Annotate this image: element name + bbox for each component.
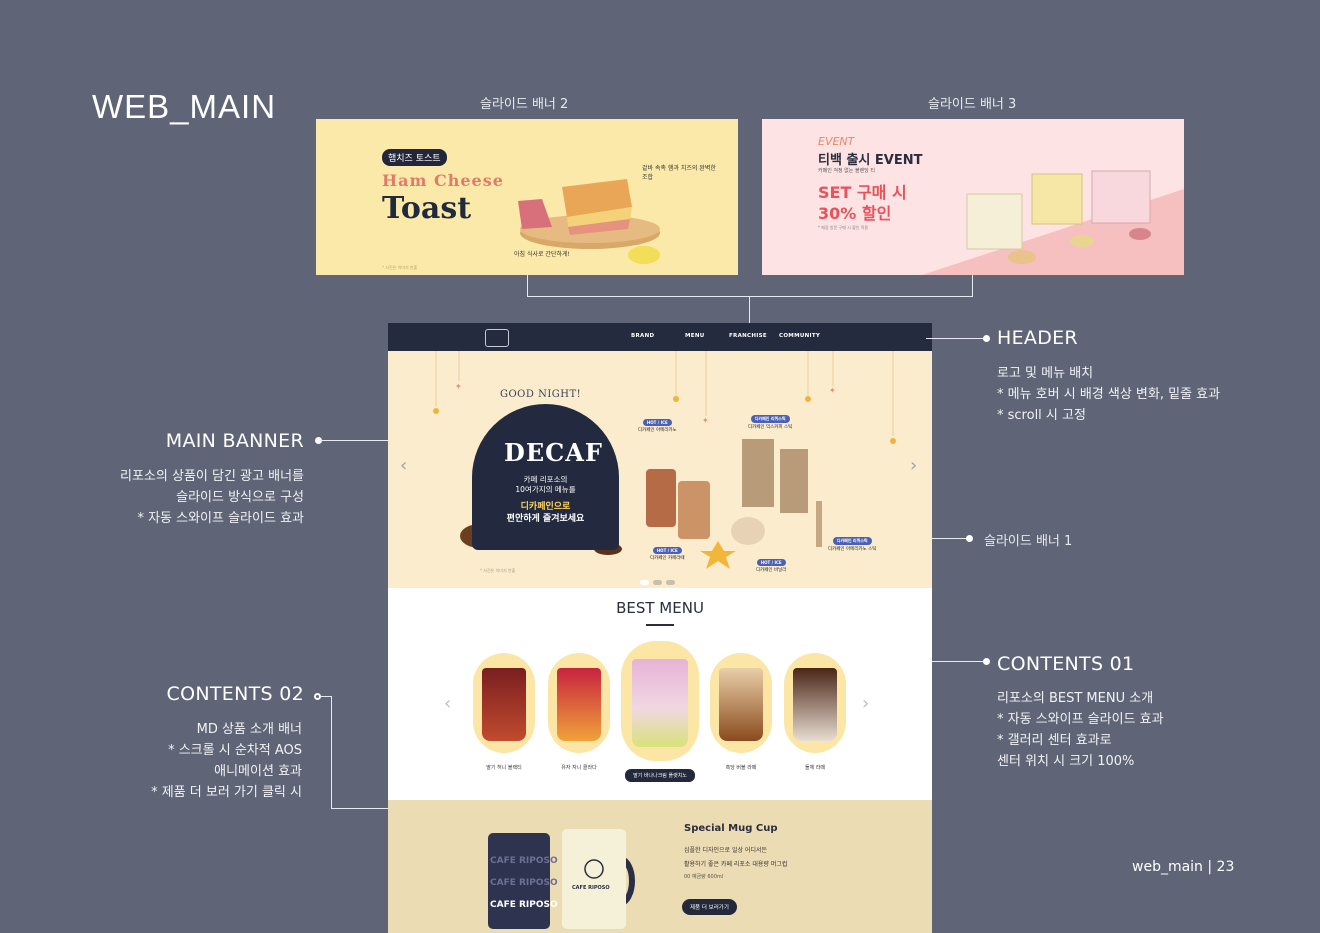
- best-item-label[interactable]: 유자 자니 콜라다: [539, 764, 619, 771]
- banner2-tag: 햄치즈 토스트: [382, 149, 447, 166]
- page-number: web_main | 23: [1132, 859, 1235, 875]
- svg-text:✦: ✦: [829, 386, 836, 395]
- mug-logo-text: CAFE RIPOSO: [572, 885, 610, 891]
- cafe-logo-icon[interactable]: [485, 329, 509, 347]
- hero-item: HOT / ICE 디카페인 아메리카노: [638, 419, 677, 433]
- mug-title: Special Mug Cup: [684, 823, 778, 834]
- toast-sandwich-image: [518, 179, 660, 264]
- main-banner: ✦ ✦ ✦ GOOD NIGHT! DECAF 카페 리포소의 10여가지의 메뉴…: [388, 351, 932, 588]
- hero-item: 디카페인 리퀴스틱 디카페인 믹스커피 스틱: [748, 415, 792, 430]
- nav-community[interactable]: COMMUNITY: [779, 333, 820, 339]
- banner2-title-1: Ham Cheese: [382, 171, 504, 190]
- nav-franchise[interactable]: FRANCHISE: [729, 333, 767, 339]
- hero-item-badge: HOT / ICE: [652, 547, 682, 554]
- nav-menu[interactable]: MENU: [685, 333, 705, 339]
- banner1-caption: 슬라이드 배너 1: [984, 534, 1073, 549]
- hero-item: HOT / ICE 디카페인 카페라떼: [650, 547, 685, 561]
- connector-line: [331, 808, 388, 809]
- hero-item-badge: HOT / ICE: [756, 559, 786, 566]
- slide-banner-2: 햄치즈 토스트 Ham Cheese Toast 겉바 속촉 햄과 치즈의 완벽…: [316, 119, 738, 275]
- best-item-image[interactable]: [548, 653, 610, 753]
- connector-line: [932, 661, 986, 662]
- svg-text:✦: ✦: [702, 416, 709, 425]
- hero-item-name: 디카페인 아메리카노 스틱: [828, 547, 877, 552]
- hero-item: 디카페인 리퀴스틱 디카페인 아메리카노 스틱: [828, 537, 876, 552]
- svg-text:✦: ✦: [455, 382, 462, 391]
- connector-line: [932, 538, 968, 539]
- banner2-fine: * 사진은 이미지 연출: [382, 265, 418, 270]
- hero-fine: * 사진은 이미지 연출: [480, 568, 516, 573]
- mug-text: CAFE RIPOSO: [490, 900, 558, 910]
- view-product-button[interactable]: 제품 더 보러가기: [682, 899, 737, 915]
- best-item-image[interactable]: [784, 653, 846, 753]
- best-item-image[interactable]: [710, 653, 772, 753]
- pagination-dot[interactable]: [653, 580, 662, 585]
- hero-item-name: 디카페인 아메리카노: [638, 428, 677, 433]
- contents01-annotation-text: 리포소의 BEST MENU 소개 * 자동 스와이프 슬라이드 효과 * 갤러…: [997, 691, 1164, 769]
- hero-prev-arrow-icon[interactable]: ‹: [400, 455, 407, 476]
- connector-line: [527, 296, 973, 297]
- nav-brand[interactable]: BRAND: [631, 333, 654, 339]
- site-header: BRAND MENU FRANCHISE COMMUNITY: [388, 323, 932, 351]
- best-item-label[interactable]: 돌체 라떼: [775, 764, 855, 771]
- hero-item-name: 디카페인 믹스커피 스틱: [748, 425, 793, 430]
- best-item-image[interactable]: [473, 653, 535, 753]
- connector-dot: [983, 658, 990, 665]
- tea-boxes-image: [922, 170, 1184, 275]
- connector-line: [527, 275, 528, 297]
- best-menu-underline: [646, 624, 674, 626]
- mug-description: 심플한 디자인으로 일상 어디서든 활용하기 좋은 카페 리포소 대용량 머그컵: [684, 847, 788, 868]
- banner3-caption: 슬라이드 배너 3: [928, 97, 1017, 112]
- connector-dot: [966, 535, 973, 542]
- best-prev-arrow-icon[interactable]: ‹: [444, 693, 451, 714]
- contents02-annotation-title: CONTENTS 02: [166, 683, 304, 705]
- main-banner-annotation-title: MAIN BANNER: [165, 430, 304, 452]
- hero-good-night: GOOD NIGHT!: [500, 389, 582, 400]
- contents02-annotation-text: MD 상품 소개 배너 * 스크롤 시 순차적 AOS 애니메이션 효과 * 제…: [151, 722, 302, 800]
- best-menu-title: BEST MENU: [616, 599, 704, 617]
- header-annotation-text: 로고 및 메뉴 배치 * 메뉴 호버 시 배경 색상 변화, 밑줄 효과 * s…: [997, 366, 1221, 423]
- board-title: WEB_MAIN: [92, 88, 277, 125]
- main-banner-annotation-text: 리포소의 상품이 담긴 광고 배너를 슬라이드 방식으로 구성 * 자동 스와이…: [120, 469, 304, 526]
- banner2-title-2: Toast: [382, 191, 472, 226]
- hero-next-arrow-icon[interactable]: ›: [910, 455, 917, 476]
- hero-pagination[interactable]: [640, 570, 679, 588]
- best-item-label[interactable]: 딸기 허니 블랙티: [464, 764, 544, 771]
- website-mockup: BRAND MENU FRANCHISE COMMUNITY ✦ ✦ ✦ GOO…: [388, 323, 932, 933]
- hero-line2: 디카페인으로 편안하게 즐겨보세요: [472, 501, 619, 525]
- connector-dot: [983, 335, 990, 342]
- pagination-dot[interactable]: [640, 580, 649, 585]
- mug-cups-image: CAFE RIPOSO CAFE RIPOSO CAFE RIPOSO CAFE…: [488, 829, 635, 929]
- hero-decaf: DECAF: [504, 438, 603, 467]
- hero-line2-highlight: 디카페인으로: [520, 502, 571, 512]
- contents01-annotation-title: CONTENTS 01: [997, 653, 1135, 675]
- connector-line: [331, 696, 332, 809]
- mug-text: CAFE RIPOSO: [490, 856, 558, 866]
- header-annotation-title: HEADER: [997, 327, 1078, 349]
- hero-line1: 카페 리포소의 10여가지의 메뉴를: [515, 475, 576, 494]
- best-item-image-center[interactable]: [621, 641, 699, 761]
- mug-volume: 00 예금량 600ml: [684, 874, 724, 880]
- best-item-label-center[interactable]: 딸기 바나나크림 플랫치노: [625, 769, 695, 782]
- hero-item-badge: 디카페인 리퀴스틱: [750, 415, 790, 423]
- hero-line2-rest: 편안하게 즐겨보세요: [506, 514, 585, 524]
- mug-text: CAFE RIPOSO: [490, 878, 558, 888]
- hero-item-badge: HOT / ICE: [642, 419, 672, 426]
- hero-item: HOT / ICE 디카페인 바닐라: [756, 559, 786, 573]
- hero-item-name: 디카페인 카페라떼: [650, 556, 685, 561]
- hero-item-name: 디카페인 바닐라: [756, 568, 787, 573]
- connector-line: [320, 440, 388, 441]
- banner2-caption: 슬라이드 배너 2: [480, 97, 569, 112]
- best-item-label[interactable]: 흑당 버블 라떼: [701, 764, 781, 771]
- hero-item-badge: 디카페인 리퀴스틱: [832, 537, 872, 545]
- connector-line: [926, 338, 986, 339]
- best-next-arrow-icon[interactable]: ›: [862, 693, 869, 714]
- slide-banner-3: EVENT 티백 출시 EVENT 카페인 걱정 없는 블렌딩 티 SET 구매…: [762, 119, 1184, 275]
- connector-line: [972, 275, 973, 297]
- pagination-dot[interactable]: [666, 580, 675, 585]
